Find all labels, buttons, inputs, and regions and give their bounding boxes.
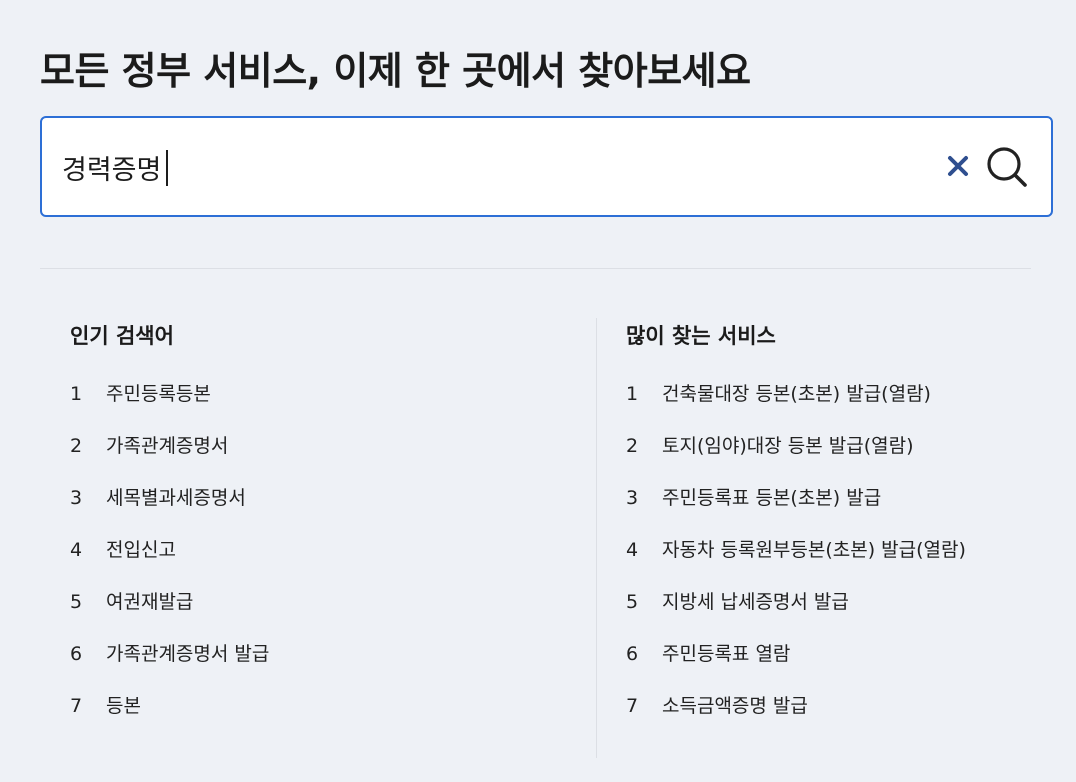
column-divider — [596, 318, 597, 758]
popular-search-item[interactable]: 3 세목별과세증명서 — [70, 485, 570, 537]
section-divider — [40, 268, 1031, 269]
rank-number: 1 — [70, 383, 83, 405]
rank-number: 6 — [70, 643, 83, 665]
popular-search-item[interactable]: 5 여권재발급 — [70, 589, 570, 641]
popular-search-item[interactable]: 2 가족관계증명서 — [70, 433, 570, 485]
rank-number: 4 — [70, 539, 83, 561]
frequent-service-item[interactable]: 6 주민등록표 열람 — [626, 641, 1046, 693]
clear-button[interactable] — [940, 148, 976, 184]
rank-number: 3 — [70, 487, 83, 509]
search-button[interactable] — [982, 142, 1032, 192]
frequent-services-list: 1 건축물대장 등본(초본) 발급(열람) 2 토지(임야)대장 등본 발급(열… — [626, 381, 1046, 745]
text-caret — [166, 150, 168, 186]
page-title: 모든 정부 서비스, 이제 한 곳에서 찾아보세요 — [40, 49, 751, 93]
popular-search-item[interactable]: 7 등본 — [70, 693, 570, 745]
frequent-service-item[interactable]: 5 지방세 납세증명서 발급 — [626, 589, 1046, 641]
popular-search-label: 전입신고 — [106, 539, 176, 561]
popular-search-item[interactable]: 4 전입신고 — [70, 537, 570, 589]
rank-number: 7 — [70, 695, 83, 717]
frequent-service-label: 주민등록표 등본(초본) 발급 — [662, 487, 882, 509]
frequent-service-label: 토지(임야)대장 등본 발급(열람) — [662, 435, 914, 457]
rank-number: 7 — [626, 695, 639, 717]
rank-number: 5 — [70, 591, 83, 613]
frequent-service-item[interactable]: 2 토지(임야)대장 등본 발급(열람) — [626, 433, 1046, 485]
frequent-service-item[interactable]: 4 자동차 등록원부등본(초본) 발급(열람) — [626, 537, 1046, 589]
frequent-service-item[interactable]: 3 주민등록표 등본(초본) 발급 — [626, 485, 1046, 537]
frequent-service-label: 지방세 납세증명서 발급 — [662, 591, 849, 613]
frequent-service-label: 건축물대장 등본(초본) 발급(열람) — [662, 383, 931, 405]
popular-search-label: 주민등록등본 — [106, 383, 211, 405]
rank-number: 2 — [626, 435, 639, 457]
popular-searches-title: 인기 검색어 — [70, 324, 174, 348]
frequent-service-item[interactable]: 7 소득금액증명 발급 — [626, 693, 1046, 745]
popular-searches-list: 1 주민등록등본 2 가족관계증명서 3 세목별과세증명서 4 전입신고 5 여… — [70, 381, 570, 745]
frequent-services: 많이 찾는 서비스 1 건축물대장 등본(초본) 발급(열람) 2 토지(임야)… — [626, 318, 1046, 745]
popular-search-label: 세목별과세증명서 — [106, 487, 246, 509]
popular-search-label: 등본 — [106, 695, 141, 717]
rank-number: 5 — [626, 591, 639, 613]
popular-searches: 인기 검색어 1 주민등록등본 2 가족관계증명서 3 세목별과세증명서 4 전… — [70, 318, 570, 745]
popular-search-label: 여권재발급 — [106, 591, 194, 613]
search-box — [40, 116, 1053, 217]
frequent-service-item[interactable]: 1 건축물대장 등본(초본) 발급(열람) — [626, 381, 1046, 433]
frequent-service-label: 주민등록표 열람 — [662, 643, 791, 665]
popular-search-item[interactable]: 6 가족관계증명서 발급 — [70, 641, 570, 693]
popular-search-item[interactable]: 1 주민등록등본 — [70, 381, 570, 433]
search-icon — [987, 147, 1027, 187]
close-icon — [948, 156, 968, 176]
popular-search-label: 가족관계증명서 — [106, 435, 229, 457]
search-input[interactable] — [62, 144, 922, 190]
rank-number: 4 — [626, 539, 639, 561]
frequent-service-label: 자동차 등록원부등본(초본) 발급(열람) — [662, 539, 966, 561]
rank-number: 2 — [70, 435, 83, 457]
frequent-service-label: 소득금액증명 발급 — [662, 695, 808, 717]
popular-search-label: 가족관계증명서 발급 — [106, 643, 270, 665]
rank-number: 6 — [626, 643, 639, 665]
rank-number: 1 — [626, 383, 639, 405]
rank-number: 3 — [626, 487, 639, 509]
frequent-services-title: 많이 찾는 서비스 — [626, 324, 776, 348]
